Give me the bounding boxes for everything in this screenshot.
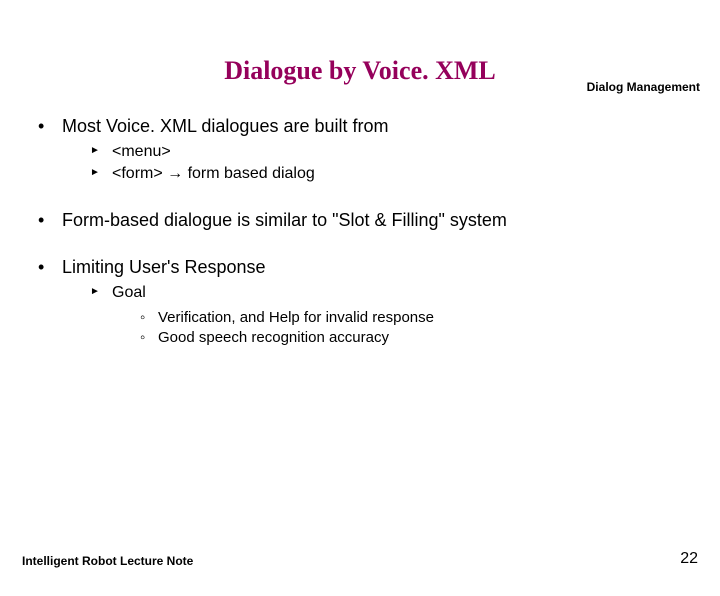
sub-bullet-text: <menu> <box>112 143 171 160</box>
sub-bullet-item: <menu> <box>90 141 690 163</box>
bullet-text: Form-based dialogue is similar to "Slot … <box>62 210 507 230</box>
sub-bullet-text: <form> → form based dialog <box>112 165 315 182</box>
sub-sub-bullet-item: Good speech recognition accuracy <box>140 328 690 348</box>
bullet-text: Limiting User's Response <box>62 257 266 277</box>
bullet-text: Most Voice. XML dialogues are built from <box>62 116 389 136</box>
sub-bullet-item: <form> → form based dialog <box>90 163 690 185</box>
slide-body: Most Voice. XML dialogues are built from… <box>0 116 720 348</box>
bullet-item: Form-based dialogue is similar to "Slot … <box>34 210 690 231</box>
sub-sub-bullet-text: Verification, and Help for invalid respo… <box>158 309 434 326</box>
footer-left: Intelligent Robot Lecture Note <box>22 554 193 568</box>
sub-sub-bullet-item: Verification, and Help for invalid respo… <box>140 308 690 328</box>
sub-bullet-item: Goal Verification, and Help for invalid … <box>90 282 690 348</box>
header-label: Dialog Management <box>587 80 700 94</box>
bullet-item: Most Voice. XML dialogues are built from… <box>34 116 690 184</box>
sub-sub-bullet-text: Good speech recognition accuracy <box>158 329 389 346</box>
sub-bullet-text: Goal <box>112 284 146 301</box>
bullet-item: Limiting User's Response Goal Verificati… <box>34 257 690 348</box>
page-number: 22 <box>680 550 698 568</box>
